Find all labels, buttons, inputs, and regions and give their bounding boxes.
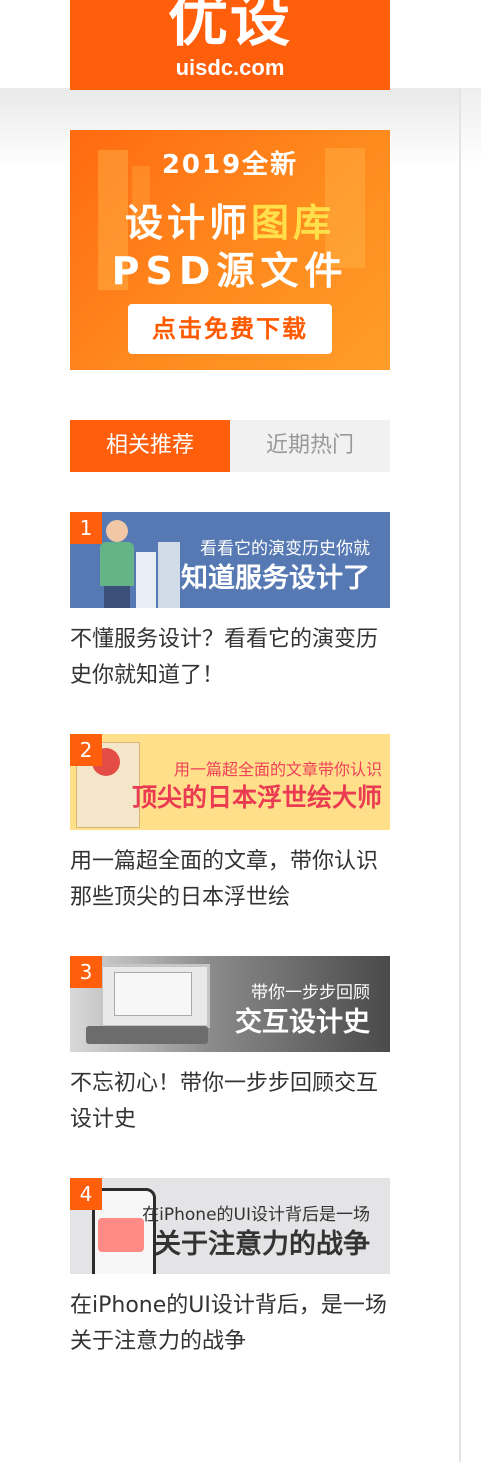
promo-banner[interactable]: 2019全新 设计师图库 PSD源文件 点击免费下载 — [70, 130, 390, 370]
thumbnail-caption: 用一篇超全面的文章带你认识 — [173, 760, 382, 779]
person-head-illustration — [106, 520, 128, 542]
divider-shadow — [461, 88, 481, 168]
logo-text: 优设 — [168, 0, 292, 55]
banner-subheadline-highlight: 图库 — [251, 201, 336, 245]
article-card: 2 用一篇超全面的文章带你认识 顶尖的日本浮世绘大师 用一篇超全面的文章，带你认… — [70, 734, 390, 916]
building-illustration — [136, 552, 156, 608]
rank-badge: 1 — [70, 512, 102, 544]
person-legs-illustration — [104, 586, 130, 608]
banner-subheadline-prefix: 设计师 — [124, 201, 251, 245]
keyboard-illustration — [86, 1026, 208, 1044]
thumbnail-headline: 顶尖的日本浮世绘大师 — [131, 783, 382, 812]
recommendation-tabs: 相关推荐 近期热门 — [70, 420, 390, 472]
building-illustration — [158, 542, 180, 608]
article-thumbnail[interactable]: 4 在iPhone的UI设计背后是一场 关于注意力的战争 — [70, 1178, 390, 1274]
article-title-link[interactable]: 不懂服务设计？看看它的演变历史你就知道了！ — [70, 622, 390, 694]
article-title-link[interactable]: 不忘初心！带你一步步回顾交互设计史 — [70, 1066, 390, 1138]
free-download-button[interactable]: 点击免费下载 — [128, 304, 332, 354]
thumbnail-headline: 交互设计史 — [235, 1007, 370, 1038]
tab-related[interactable]: 相关推荐 — [70, 420, 230, 472]
banner-headline: 2019全新 — [161, 150, 299, 180]
article-title-link[interactable]: 在iPhone的UI设计背后，是一场关于注意力的战争 — [70, 1288, 390, 1360]
rank-badge: 4 — [70, 1178, 102, 1210]
person-body-illustration — [100, 542, 134, 586]
tab-trending[interactable]: 近期热门 — [230, 420, 390, 472]
article-thumbnail[interactable]: 2 用一篇超全面的文章带你认识 顶尖的日本浮世绘大师 — [70, 734, 390, 830]
logo-domain: uisdc.com — [175, 55, 285, 80]
article-thumbnail[interactable]: 3 带你一步步回顾 交互设计史 — [70, 956, 390, 1052]
site-logo[interactable]: 优设 uisdc.com — [70, 0, 390, 90]
phone-screen-illustration — [98, 1218, 144, 1252]
thumbnail-headline: 关于注意力的战争 — [154, 1229, 370, 1260]
article-thumbnail[interactable]: 1 看看它的演变历史你就 知道服务设计了 — [70, 512, 390, 608]
article-card: 1 看看它的演变历史你就 知道服务设计了 不懂服务设计？看看它的演变历史你就知道… — [70, 512, 390, 694]
rank-badge: 3 — [70, 956, 102, 988]
sidebar-divider — [459, 88, 461, 1462]
article-card: 3 带你一步步回顾 交互设计史 不忘初心！带你一步步回顾交互设计史 — [70, 956, 390, 1138]
article-card: 4 在iPhone的UI设计背后是一场 关于注意力的战争 在iPhone的UI设… — [70, 1178, 390, 1360]
banner-product-line: PSD源文件 — [111, 249, 349, 293]
banner-subheadline: 设计师图库 — [70, 192, 390, 247]
computer-screen-illustration — [114, 972, 192, 1016]
article-title-link[interactable]: 用一篇超全面的文章，带你认识那些顶尖的日本浮世绘 — [70, 844, 390, 916]
thumbnail-headline: 知道服务设计了 — [181, 563, 370, 594]
rank-badge: 2 — [70, 734, 102, 766]
